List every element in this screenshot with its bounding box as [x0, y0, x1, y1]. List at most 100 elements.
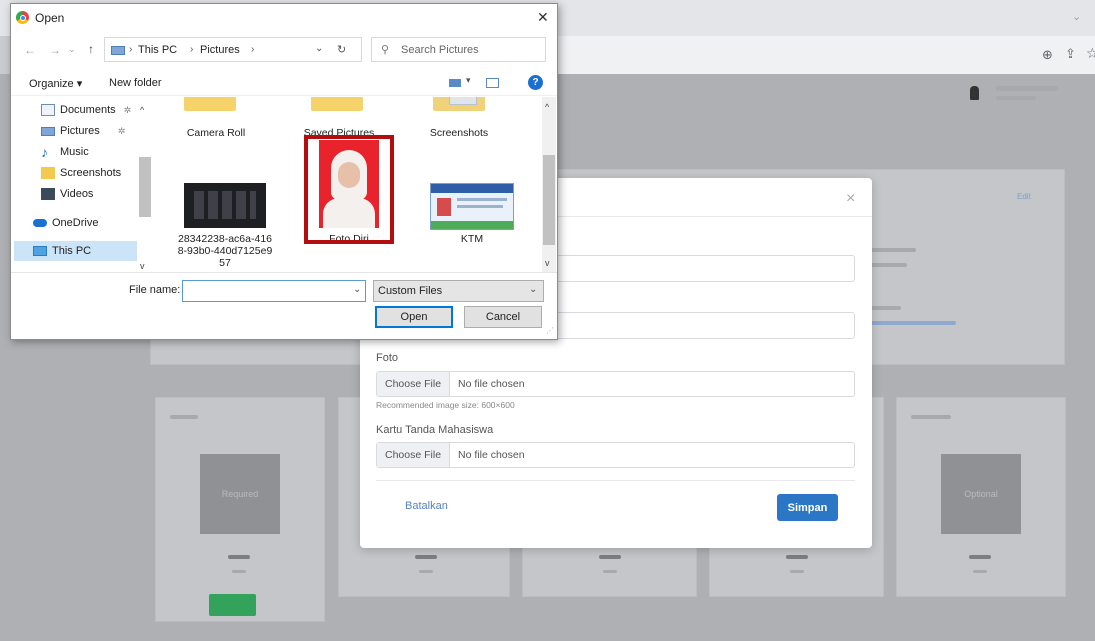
- refresh-icon[interactable]: ↻: [337, 43, 346, 56]
- edit-link[interactable]: Edit: [1017, 192, 1031, 201]
- recent-chevron-icon[interactable]: ⌄: [68, 44, 76, 55]
- pin-icon: ✲: [117, 125, 126, 136]
- tree-item-documents[interactable]: Documents ✲: [41, 100, 131, 120]
- no-file-text: No file chosen: [458, 378, 525, 390]
- blurred-link: [871, 321, 956, 325]
- chrome-app-icon: [16, 11, 29, 24]
- file-type-select[interactable]: Custom Files ⌄: [373, 280, 544, 302]
- ktm-file-input[interactable]: Choose File No file chosen: [376, 442, 855, 468]
- member-sub: [790, 570, 804, 573]
- blurred-text: [871, 248, 916, 252]
- scroll-up-icon[interactable]: ^: [140, 105, 144, 115]
- chevron-down-icon[interactable]: ⌄: [315, 43, 323, 54]
- music-icon: ♪: [41, 144, 48, 160]
- member-sub: [419, 570, 433, 573]
- ktm-thumbnail[interactable]: [430, 183, 514, 230]
- member-name: [786, 555, 808, 559]
- tree-item-videos[interactable]: Videos: [41, 184, 93, 204]
- user-name-blurred: [996, 86, 1058, 91]
- breadcrumb[interactable]: › This PC › Pictures › ⌄ ↻: [104, 37, 362, 62]
- foto-label: Foto: [376, 352, 399, 364]
- breadcrumb-thispc[interactable]: This PC: [138, 44, 177, 56]
- folder-icon: [41, 167, 55, 179]
- choose-file-button[interactable]: Choose File: [377, 443, 451, 467]
- pictures-location-icon: [111, 46, 125, 55]
- videos-icon: [41, 188, 55, 200]
- zoom-icon[interactable]: ⊕: [1042, 47, 1053, 63]
- foto-file-input[interactable]: Choose File No file chosen: [376, 371, 855, 397]
- member-card-4: Optional: [896, 397, 1066, 597]
- file-item-screenshots[interactable]: Screenshots: [419, 127, 499, 139]
- image-size-hint: Recommended image size: 600×600: [376, 400, 515, 410]
- scroll-thumb[interactable]: [543, 155, 555, 245]
- chevron-down-icon[interactable]: ⌄: [529, 284, 537, 295]
- share-icon[interactable]: ⇪: [1065, 46, 1076, 62]
- add-button[interactable]: [209, 594, 256, 616]
- user-avatar-icon: [970, 86, 979, 100]
- tree-label: Documents: [60, 104, 116, 116]
- no-file-text: No file chosen: [458, 449, 525, 461]
- text-field[interactable]: [552, 255, 855, 282]
- pictures-icon: [41, 126, 55, 136]
- tree-label: Videos: [60, 188, 94, 200]
- dialog-title: Open: [35, 11, 65, 25]
- file-name-input[interactable]: ⌄: [182, 280, 366, 302]
- view-options-icon[interactable]: [449, 79, 461, 87]
- navigation-pane: Documents ✲ ^ Pictures ✲ ♪ Music Screens…: [11, 97, 154, 272]
- scroll-down-icon[interactable]: v: [545, 258, 550, 268]
- choose-file-button[interactable]: Choose File: [377, 372, 451, 396]
- cancel-link[interactable]: Batalkan: [405, 500, 448, 512]
- open-button[interactable]: Open: [375, 306, 453, 328]
- image-thumbnail[interactable]: [184, 183, 266, 228]
- tree-scrollbar[interactable]: [139, 157, 151, 217]
- preview-pane-icon[interactable]: [486, 78, 499, 88]
- search-input[interactable]: ⚲ Search Pictures: [371, 37, 546, 62]
- member-card-leader: Required: [155, 397, 325, 622]
- chevron-down-icon[interactable]: ⌄: [353, 284, 361, 295]
- search-placeholder: Search Pictures: [401, 44, 479, 56]
- scroll-up-icon[interactable]: ^: [545, 102, 549, 112]
- back-icon[interactable]: ←: [24, 43, 36, 57]
- card-title: [170, 415, 198, 419]
- scroll-down-icon[interactable]: v: [140, 261, 145, 271]
- star-icon[interactable]: ☆: [1086, 45, 1095, 62]
- tree-item-onedrive[interactable]: OneDrive: [33, 213, 98, 233]
- file-item-screenshot-image[interactable]: 28342238-ac6a-4168-93b0-440d7125e957: [176, 233, 274, 269]
- text-field[interactable]: [552, 312, 855, 339]
- file-list-scrollbar[interactable]: ^ v: [542, 97, 556, 272]
- cloud-icon: [33, 219, 47, 227]
- member-name: [969, 555, 991, 559]
- new-folder-button[interactable]: New folder: [109, 77, 162, 89]
- modal-close-icon[interactable]: ×: [846, 190, 855, 208]
- divider: [376, 480, 855, 481]
- tree-item-music[interactable]: ♪ Music: [41, 142, 89, 162]
- organize-menu[interactable]: Organize ▾: [29, 77, 82, 90]
- resize-grip-icon[interactable]: ⋰: [546, 326, 554, 335]
- up-icon[interactable]: ↑: [88, 42, 94, 56]
- chevron-down-icon[interactable]: ⌄: [1072, 10, 1081, 23]
- member-sub: [973, 570, 987, 573]
- document-icon: [41, 104, 55, 116]
- breadcrumb-pictures[interactable]: Pictures: [200, 44, 240, 56]
- tree-item-pictures[interactable]: Pictures ✲: [41, 121, 125, 141]
- help-icon[interactable]: ?: [528, 75, 543, 90]
- tree-item-thispc[interactable]: This PC: [14, 241, 137, 261]
- file-item-camera-roll[interactable]: Camera Roll: [176, 127, 256, 139]
- photo-slot: Optional: [941, 454, 1021, 534]
- file-item-ktm[interactable]: KTM: [432, 233, 512, 245]
- tree-label: Music: [60, 146, 89, 158]
- dialog-toolbar: Organize ▾ New folder ▾ ?: [11, 69, 557, 96]
- chevron-down-icon[interactable]: ▾: [466, 75, 471, 86]
- tree-label: Pictures: [60, 125, 100, 137]
- folder-icon: [184, 97, 236, 111]
- search-icon: ⚲: [381, 44, 390, 56]
- file-list: Camera Roll Saved Pictures Screenshots 2…: [156, 97, 542, 272]
- tree-item-screenshots[interactable]: Screenshots: [41, 163, 121, 183]
- dialog-close-icon[interactable]: ✕: [537, 9, 549, 26]
- folder-icon: [433, 97, 485, 111]
- member-name: [228, 555, 250, 559]
- cancel-button[interactable]: Cancel: [464, 306, 542, 328]
- file-name-label: File name:: [129, 284, 181, 296]
- forward-icon[interactable]: →: [49, 43, 61, 57]
- save-button[interactable]: Simpan: [777, 494, 838, 521]
